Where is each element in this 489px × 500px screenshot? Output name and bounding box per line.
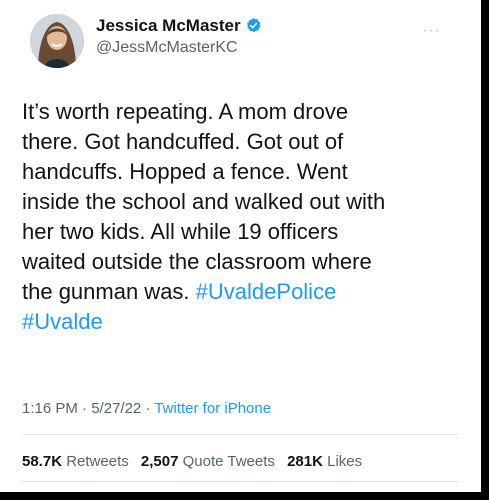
quote-tweets-stat[interactable]: 2,507 Quote Tweets xyxy=(141,453,275,470)
tweet-text-line: handcuffs. Hopped a fence. Went xyxy=(22,159,348,184)
likes-count: 281K xyxy=(287,453,323,470)
retweets-stat[interactable]: 58.7K Retweets xyxy=(22,453,129,470)
meta-separator: · xyxy=(145,400,151,417)
quote-tweets-label: Quote Tweets xyxy=(182,453,275,470)
tweet-date[interactable]: 5/27/22 xyxy=(91,400,141,417)
tweet-text-tail: the gunman was. xyxy=(22,279,190,304)
likes-label: Likes xyxy=(327,453,363,470)
more-options-icon[interactable]: ··· xyxy=(422,22,441,40)
divider xyxy=(22,434,459,435)
divider xyxy=(22,481,459,482)
tweet-text-line: waited outside the classroom where xyxy=(22,249,372,274)
tweet-source-link[interactable]: Twitter for iPhone xyxy=(154,400,271,417)
retweets-count: 58.7K xyxy=(22,453,63,470)
retweets-label: Retweets xyxy=(66,453,129,470)
author-avatar[interactable] xyxy=(30,14,84,68)
hashtag-link[interactable]: #UvaldePolice xyxy=(196,279,337,304)
tweet-text-line: there. Got handcuffed. Got out of xyxy=(22,129,344,154)
author-handle[interactable]: @JessMcMasterKC xyxy=(96,39,238,57)
tweet-text-line-final: the gunman was. #UvaldePolice xyxy=(22,277,472,307)
likes-stat[interactable]: 281K Likes xyxy=(287,453,362,470)
meta-separator: · xyxy=(82,400,88,417)
tweet-time[interactable]: 1:16 PM xyxy=(22,400,78,417)
hashtag-link[interactable]: #Uvalde xyxy=(22,309,103,334)
tweet-text-line: inside the school and walked out with xyxy=(22,189,386,214)
verified-badge-icon xyxy=(245,17,262,39)
tweet-text-line: #Uvalde xyxy=(22,307,472,337)
tweet-text: It’s worth repeating. A mom drove there.… xyxy=(22,97,472,337)
display-name-text[interactable]: Jessica McMaster xyxy=(96,16,241,35)
tweet-card: Jessica McMaster @JessMcMasterKC ··· It’… xyxy=(0,0,481,492)
tweet-stats: 58.7K Retweets 2,507 Quote Tweets 281K L… xyxy=(22,453,370,470)
tweet-meta: 1:16 PM · 5/27/22 · Twitter for iPhone xyxy=(22,400,271,417)
tweet-text-line: her two kids. All while 19 officers xyxy=(22,219,339,244)
quote-tweets-count: 2,507 xyxy=(140,453,179,470)
tweet-text-line: It’s worth repeating. A mom drove xyxy=(22,99,349,124)
author-display-name[interactable]: Jessica McMaster xyxy=(96,16,262,39)
profile-photo-icon xyxy=(30,14,84,68)
